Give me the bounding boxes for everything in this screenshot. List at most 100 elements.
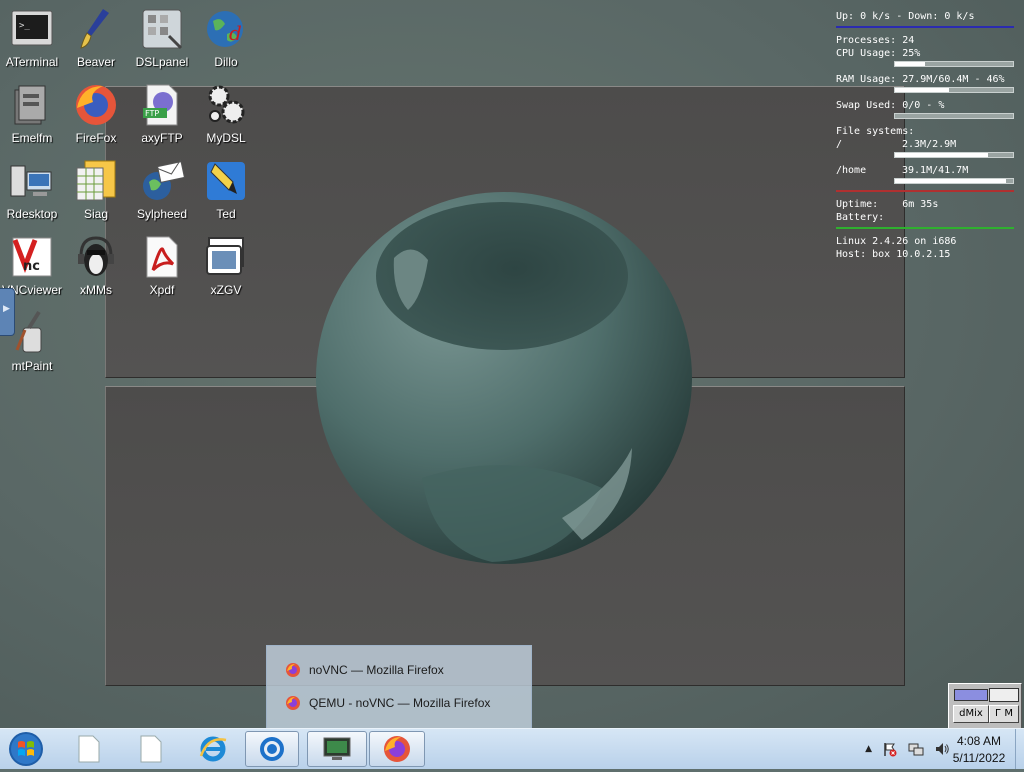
taskbar-firefox[interactable] — [369, 731, 425, 767]
desktop-icon-label: Ted — [216, 207, 236, 221]
system-tray: ▲ — [865, 729, 950, 769]
dmix-widget: dMix Г M — [948, 683, 1022, 728]
desktop-icon-emelfm[interactable]: Emelfm — [0, 82, 65, 145]
taskbar-thumbnail-popup: noVNC — Mozilla Firefox QEMU - noVNC — M… — [266, 645, 532, 729]
svg-text:d: d — [229, 21, 242, 45]
windows-logo-icon — [9, 732, 43, 766]
desktop-icon-label: Siag — [83, 207, 109, 221]
taskbar-qemu[interactable] — [307, 731, 367, 767]
fs-root-value: 2.3M/2.9M — [902, 139, 957, 150]
popup-item-novnc[interactable]: noVNC — Mozilla Firefox — [285, 659, 444, 681]
desktop-icon-label: DSLpanel — [135, 55, 189, 69]
kernel-rule — [836, 227, 1014, 229]
desktop-icon-label: Rdesktop — [6, 207, 58, 221]
desktop-icon-ted[interactable]: Ted — [193, 158, 259, 221]
globe-icon: d — [207, 11, 243, 47]
popup-item-label: noVNC — Mozilla Firefox — [309, 663, 444, 677]
firefox-icon — [384, 736, 410, 762]
fs-home-name: /home — [836, 165, 867, 176]
desktop-icon-label: FireFox — [75, 131, 117, 145]
desktop-icon-beaver[interactable]: Beaver — [63, 6, 129, 69]
host: Host: box 10.0.2.15 — [836, 249, 951, 260]
desktop-icon-label: Emelfm — [11, 131, 53, 145]
document-icon — [140, 735, 162, 763]
network-icon[interactable] — [908, 741, 924, 757]
desktop-icon-dillo[interactable]: d Dillo — [193, 6, 259, 69]
desktop-icon-mydsl[interactable]: MyDSL — [193, 82, 259, 145]
desktop-icon-xpdf[interactable]: Xpdf — [129, 234, 195, 297]
dmix-knob[interactable] — [989, 688, 1019, 702]
popup-item-label: QEMU - noVNC — Mozilla Firefox — [309, 696, 491, 710]
internet-explorer-icon — [199, 736, 227, 762]
clock-date: 5/11/2022 — [952, 751, 1006, 765]
uptime: Uptime: 6m 35s — [836, 199, 939, 210]
swap-bar — [894, 113, 1014, 119]
fs-header: File systems: — [836, 126, 915, 137]
fs-root-bar — [894, 152, 1014, 158]
taskbar-internet-explorer[interactable] — [186, 731, 240, 767]
mail-icon — [143, 159, 185, 200]
arrow-right-icon: ▶ — [3, 304, 10, 314]
clock[interactable]: 4:08 AM 5/11/2022 — [944, 729, 1014, 769]
remote-desktop-icon — [10, 165, 52, 197]
desktop-icon-rdesktop[interactable]: Rdesktop — [0, 158, 65, 221]
ftp-icon: FTP — [143, 84, 178, 126]
firefox-icon — [286, 663, 300, 677]
file-manager-icon — [14, 85, 46, 125]
svg-text:nc: nc — [23, 259, 40, 274]
svg-text:FTP: FTP — [145, 109, 159, 118]
swap-usage: Swap Used: 0/0 - % — [836, 100, 945, 111]
clock-time: 4:08 AM — [956, 734, 1002, 748]
desktop-icon-aterminal[interactable]: >_ ATerminal — [0, 6, 65, 69]
taskbar-chrome[interactable] — [245, 731, 299, 767]
net-rule — [836, 26, 1014, 28]
vnc-icon: nc — [12, 237, 52, 277]
desktop-icon-label: xMMs — [80, 283, 112, 297]
desktop: >_ ATerminal Beaver DSLpanel d Dillo Emelfm Fir… — [0, 0, 1024, 728]
desktop-icon-label: Beaver — [76, 55, 116, 69]
desktop-icon-label: ATerminal — [5, 55, 59, 69]
side-panel-handle[interactable]: ▶ — [0, 288, 15, 336]
control-panel-icon — [142, 9, 183, 50]
action-center-flag-icon[interactable] — [882, 741, 898, 757]
taskbar-file-2[interactable] — [124, 731, 178, 767]
desktop-icon-siag[interactable]: Siag — [63, 158, 129, 221]
desktop-icon-firefox[interactable]: FireFox — [63, 82, 129, 145]
start-button[interactable] — [6, 730, 46, 768]
firefox-icon — [286, 696, 300, 710]
dmix-volume-slider[interactable] — [954, 689, 988, 701]
show-desktop-button[interactable] — [1015, 729, 1024, 769]
kernel: Linux 2.4.26 on i686 — [836, 236, 957, 247]
pen-icon — [207, 162, 245, 200]
desktop-icon-xzgv[interactable]: xZGV — [193, 234, 259, 297]
taskbar-file-1[interactable] — [62, 731, 116, 767]
popup-item-qemu-novnc[interactable]: QEMU - noVNC — Mozilla Firefox — [285, 692, 490, 714]
fs-root-name: / — [836, 139, 843, 150]
taskbar: ▲ 4:08 AM 5/11/2022 — [0, 728, 1024, 769]
net-speed: Up: 0 k/s - Down: 0 k/s — [836, 11, 975, 22]
wallpaper-sculpture — [316, 192, 692, 564]
desktop-icon-label: axyFTP — [141, 131, 183, 145]
ram-bar — [894, 87, 1014, 93]
dmix-button[interactable]: dMix — [953, 705, 989, 723]
desktop-icon-axyftp[interactable]: FTP axyFTP — [129, 82, 195, 145]
chevron-up-icon[interactable]: ▲ — [865, 744, 872, 754]
fs-root: / 2.3M/2.9M — [836, 138, 1014, 151]
paint-tools-icon — [15, 310, 42, 353]
image-viewer-icon — [206, 237, 244, 275]
desktop-icon-xmms[interactable]: xMMs — [63, 234, 129, 297]
desktop-icon-label: Sylpheed — [136, 207, 188, 221]
desktop-icon-label: xZGV — [210, 283, 242, 297]
battery: Battery: — [836, 212, 885, 223]
desktop-icon-label: mtPaint — [11, 359, 53, 373]
fs-home-value: 39.1M/41.7M — [902, 165, 969, 176]
cpu-usage: CPU Usage: 25% — [836, 48, 921, 59]
uptime-rule — [836, 190, 1014, 192]
dmix-mode-button[interactable]: Г M — [989, 705, 1019, 723]
desktop-icon-label: Dillo — [214, 55, 238, 69]
monitor-icon — [323, 737, 351, 760]
desktop-icon-sylpheed[interactable]: Sylpheed — [129, 158, 195, 221]
ram-usage: RAM Usage: 27.9M/60.4M - 46% — [836, 74, 1005, 85]
desktop-icon-label: MyDSL — [206, 131, 246, 145]
desktop-icon-dslpanel[interactable]: DSLpanel — [129, 6, 195, 69]
